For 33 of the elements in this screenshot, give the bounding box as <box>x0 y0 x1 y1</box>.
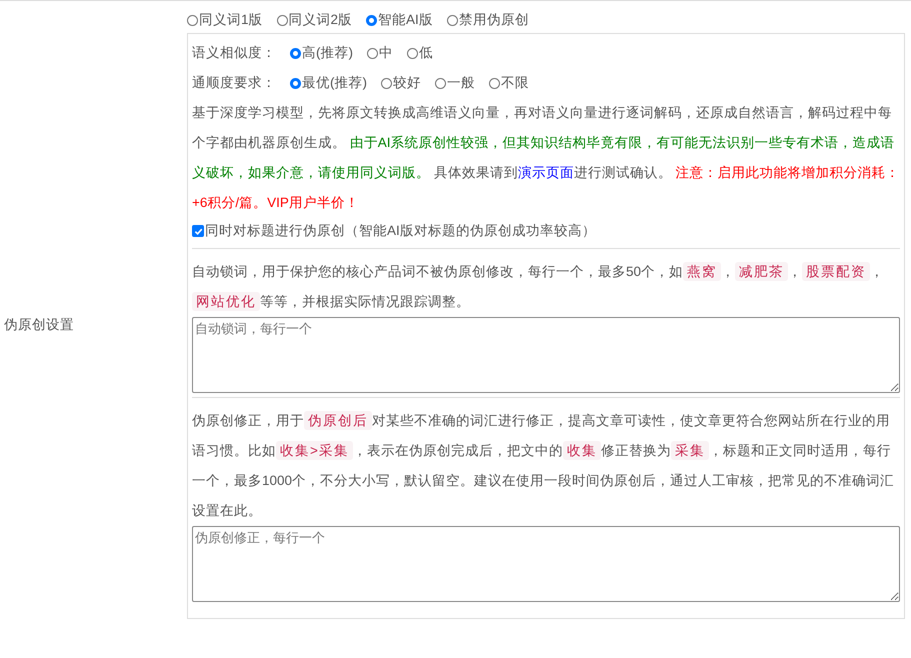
radio-icon[interactable] <box>435 78 446 88</box>
radio-option[interactable]: 智能AI版 <box>366 11 433 29</box>
description-text: 自动锁词，用于保护您的核心产品词不被伪原创修改，每行一个，最多50个，如 燕窝 ， 减肥茶 ， 股票配资 ， 网站优化 等等，并根据实际情况跟踪调整。 <box>192 261 886 313</box>
radio-icon[interactable] <box>187 14 198 26</box>
field-label: 通顺度要求： <box>192 74 276 92</box>
radio-icon[interactable] <box>290 48 301 58</box>
radio-option[interactable]: 禁用伪原创 <box>446 11 529 29</box>
radio-option[interactable]: 中 <box>367 44 393 62</box>
radio-icon[interactable] <box>290 78 301 88</box>
radio-option[interactable]: 同义词1版 <box>187 11 263 29</box>
radio-icon[interactable] <box>276 14 288 26</box>
radio-icon[interactable] <box>366 14 378 26</box>
lock-words-field[interactable]: 自动锁词，每行一个 <box>192 317 900 393</box>
radio-icon[interactable] <box>446 14 458 26</box>
radio-icon[interactable] <box>367 48 378 58</box>
demo-page-link[interactable]: 演示页面 <box>518 165 574 180</box>
radio-option[interactable]: 一般 <box>435 74 475 92</box>
radio-option[interactable]: 不限 <box>489 74 529 92</box>
radio-option[interactable]: 较好 <box>381 74 421 92</box>
radio-icon[interactable] <box>489 78 500 88</box>
section-label: 伪原创设置 <box>4 316 74 334</box>
radio-option[interactable]: 同义词2版 <box>276 11 352 29</box>
description-text: 伪原创修正，用于 伪原创后 对某些不准确的词汇进行修正，提高文章可读性，使文章更符合您网站所在行业的用语习惯。比如 收集>采集 ，表示在伪原创完成后，把文中的 收集 修正替换为 采集 ，标题和正文同时适用，每行一个，最多1000个，不分大小写，默认留空。建议在使用一段时间伪原创后，通过人工审核，把常见的不准确词汇设置在此。 <box>192 410 896 520</box>
radio-option[interactable]: 低 <box>407 44 433 62</box>
radio-icon[interactable] <box>381 78 392 88</box>
description-text: 基于深度学习模型，先将原文转换成高维语义向量，再对语义向量进行逐词解码，还原成自然语言，解码过程中每个字都由机器原创生成。 由于AI系统原创性较强，但其知识结构毕竟有限，有可能无法识别一些专有术语，造成语义破坏，如果介意，请使用同义词版。 具体效果请到演示页面进行测试确认。 注意：启用此功能将增加积分消耗：+6积分/篇。VIP用户半价！ <box>192 104 900 212</box>
radio-option[interactable]: 高(推荐) <box>290 44 353 62</box>
correction-field[interactable]: 伪原创修正，每行一个 <box>192 526 900 602</box>
checkbox-icon[interactable] <box>192 225 204 237</box>
field-label: 语义相似度： <box>192 44 276 62</box>
radio-option[interactable]: 最优(推荐) <box>290 74 367 92</box>
radio-icon[interactable] <box>407 48 418 58</box>
title-checkbox[interactable]: 同时对标题进行伪原创（智能AI版对标题的伪原创成功率较高） <box>192 218 596 244</box>
